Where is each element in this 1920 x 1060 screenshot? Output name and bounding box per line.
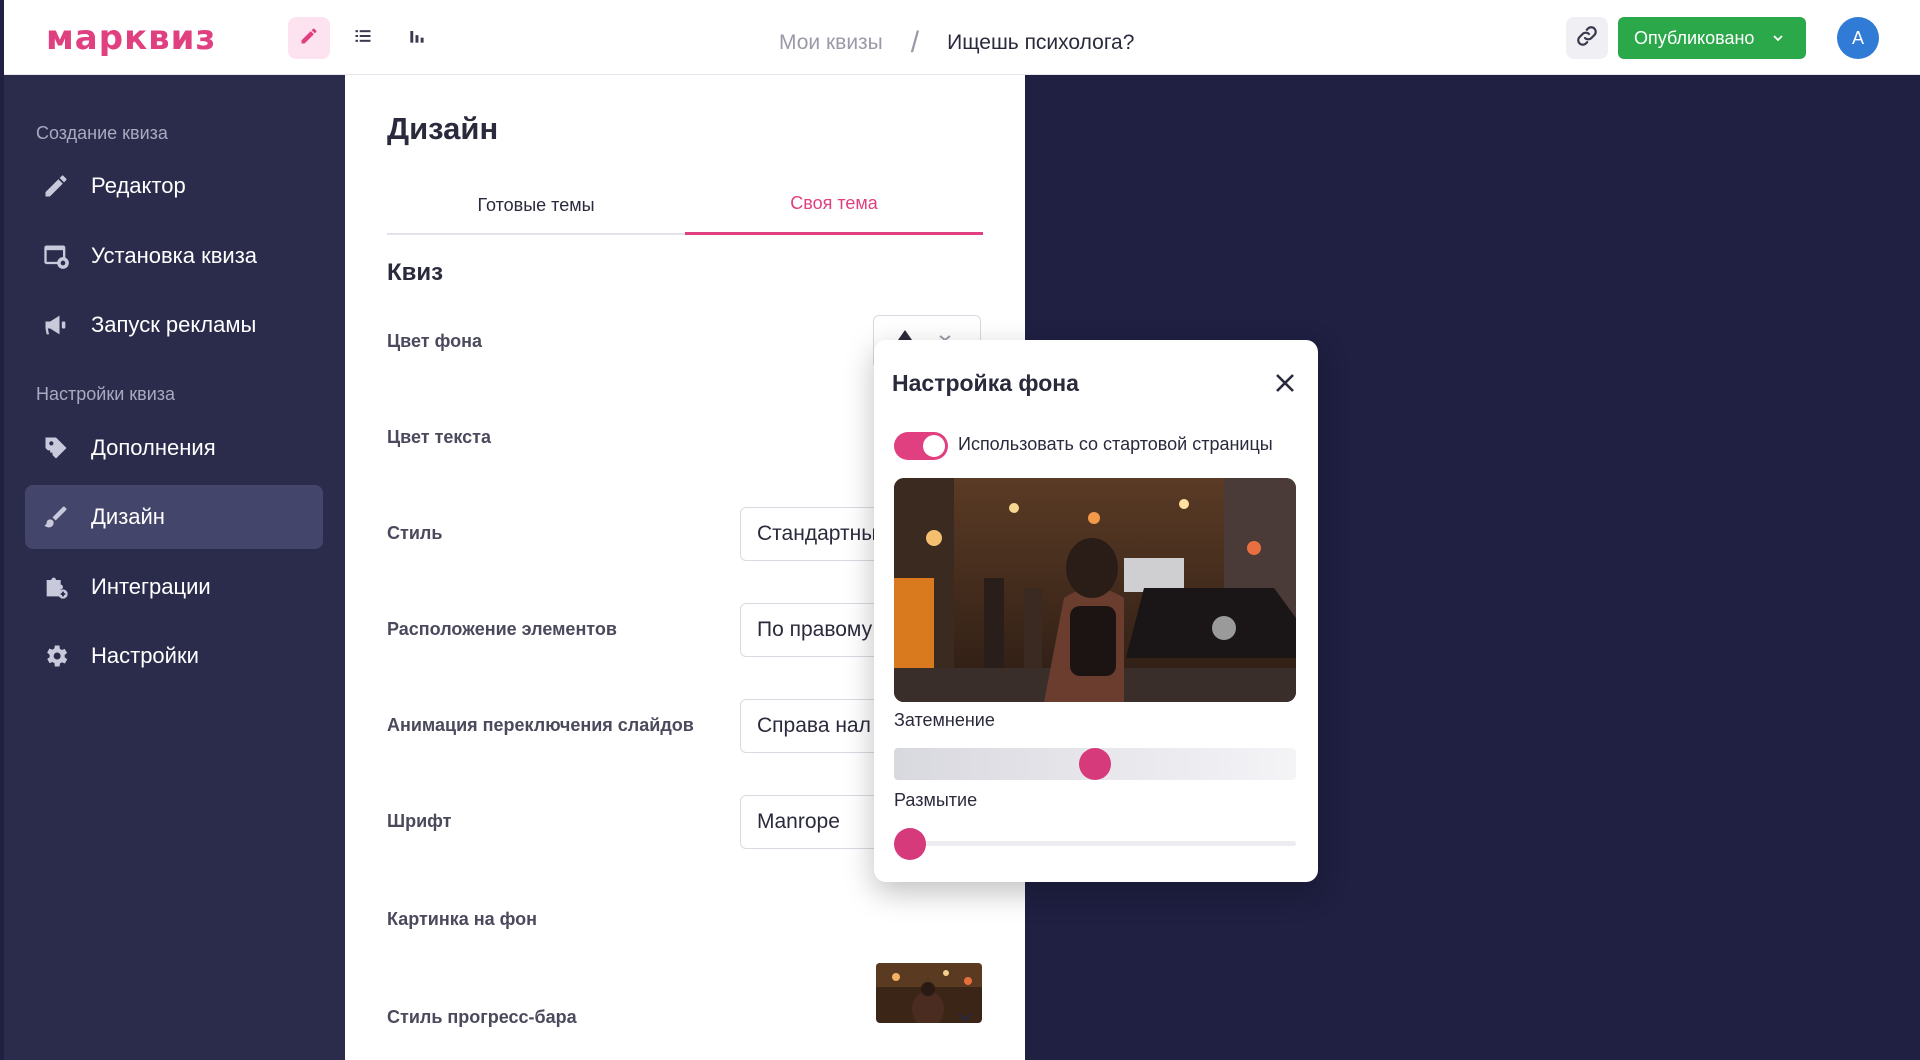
copy-link-button[interactable] — [1566, 17, 1608, 59]
toggle-knob — [923, 435, 945, 457]
sidebar-item-install[interactable]: Установка квиза — [25, 224, 323, 288]
breadcrumb: Мои квизы / Ищешь психолога? — [779, 26, 1134, 60]
sidebar-item-label: Настройки — [91, 643, 199, 668]
dim-slider-track[interactable] — [894, 748, 1296, 780]
chevron-down-icon — [1772, 28, 1784, 49]
stats-tool-button[interactable] — [396, 17, 438, 59]
bg-color-label: Цвет фона — [387, 331, 482, 351]
chevron-down-icon[interactable] — [955, 1007, 975, 1032]
breadcrumb-my-quizzes[interactable]: Мои квизы — [779, 31, 883, 55]
text-color-label: Цвет текста — [387, 427, 492, 447]
sidebar-item-addons[interactable]: Дополнения — [25, 416, 323, 480]
editor-tool-button[interactable] — [288, 17, 330, 59]
section-heading: Квиз — [387, 259, 444, 286]
animation-label: Анимация переключения слайдов — [387, 715, 694, 735]
tab-custom-theme[interactable]: Своя тема — [685, 175, 983, 235]
gear-icon — [39, 639, 73, 673]
close-button[interactable] — [1270, 370, 1300, 400]
sidebar-item-label: Редактор — [91, 173, 186, 198]
sidebar-item-label: Запуск рекламы — [91, 312, 257, 337]
breadcrumb-current[interactable]: Ищешь психолога? — [947, 31, 1134, 55]
sidebar-item-label: Дополнения — [91, 435, 216, 460]
publish-label: Опубликовано — [1634, 27, 1755, 48]
top-bar: марквиз Мои квизы / Ищешь психолога? Опу… — [4, 0, 1920, 75]
sidebar-item-ads[interactable]: Запуск рекламы — [25, 293, 323, 357]
sidebar-item-label: Дизайн — [91, 504, 165, 529]
close-icon — [1274, 372, 1296, 399]
toggle-label: Использовать со стартовой страницы — [958, 434, 1273, 454]
sidebar-item-label: Установка квиза — [91, 243, 258, 268]
background-settings-popover: Настройка фона Использовать со стартовой… — [874, 340, 1318, 882]
publish-status-button[interactable]: Опубликовано — [1618, 17, 1806, 59]
font-label: Шрифт — [387, 811, 452, 831]
theme-tabs: Готовые темы Своя тема — [387, 175, 983, 235]
link-icon — [1575, 24, 1599, 53]
blur-slider-track[interactable] — [894, 841, 1296, 846]
bar-chart-icon — [407, 26, 427, 51]
layout-label: Расположение элементов — [387, 619, 617, 639]
dim-slider-thumb[interactable] — [1079, 748, 1111, 780]
sidebar-item-settings[interactable]: Настройки — [25, 624, 323, 688]
pencil-icon — [299, 26, 319, 51]
style-label: Стиль — [387, 523, 443, 543]
brush-icon — [39, 500, 73, 534]
plugin-icon — [39, 570, 73, 604]
page-title: Дизайн — [387, 111, 499, 146]
pencil-icon — [39, 169, 73, 203]
use-start-page-toggle[interactable] — [894, 432, 948, 460]
sidebar-item-integrations[interactable]: Интеграции — [25, 555, 323, 619]
blur-label: Размытие — [894, 790, 978, 810]
bg-image-label: Картинка на фон — [387, 909, 538, 929]
breadcrumb-separator: / — [910, 26, 920, 59]
install-icon — [39, 239, 73, 273]
tag-plus-icon — [39, 431, 73, 465]
popover-title: Настройка фона — [892, 370, 1079, 396]
dim-label: Затемнение — [894, 710, 995, 730]
sidebar-item-editor[interactable]: Редактор — [25, 154, 323, 218]
sidebar-section-create: Создание квиза — [36, 123, 168, 143]
tab-ready-themes[interactable]: Готовые темы — [387, 175, 685, 235]
sidebar-item-label: Интеграции — [91, 574, 211, 599]
list-tool-button[interactable] — [342, 17, 384, 59]
logo[interactable]: марквиз — [46, 18, 216, 58]
blur-slider-thumb[interactable] — [894, 828, 926, 860]
sidebar: Создание квиза Редактор Установка квиза … — [4, 75, 345, 1060]
background-image-preview — [894, 478, 1296, 702]
sidebar-section-settings: Настройки квиза — [36, 384, 176, 404]
avatar[interactable]: A — [1837, 17, 1879, 59]
list-icon — [353, 26, 373, 51]
sidebar-item-design[interactable]: Дизайн — [25, 485, 323, 549]
megaphone-icon — [39, 308, 73, 342]
progress-style-label: Стиль прогресс-бара — [387, 1007, 577, 1027]
